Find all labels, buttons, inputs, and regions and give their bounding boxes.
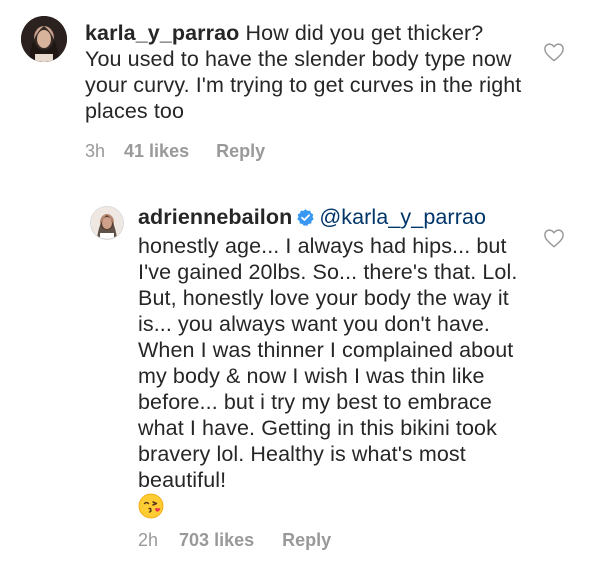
avatar-adrienne[interactable] xyxy=(90,206,124,240)
avatar-karla[interactable] xyxy=(21,16,67,62)
likes-count[interactable]: 41 likes xyxy=(124,141,189,162)
profile-photo-adrienne xyxy=(91,207,123,239)
comment-text-karla: karla_y_parrao How did you get thicker? … xyxy=(85,20,525,124)
mention-link[interactable]: @karla_y_parrao xyxy=(319,205,486,229)
username-karla[interactable]: karla_y_parrao xyxy=(85,21,239,45)
comment-meta-adrienne: 2h 703 likes Reply xyxy=(138,530,331,551)
reply-button[interactable]: Reply xyxy=(282,530,331,551)
comment-meta-karla: 3h 41 likes Reply xyxy=(85,141,265,162)
comment-adrienne: adriennebailon @karla_y_parrao honestly a… xyxy=(0,180,590,563)
likes-count[interactable]: 703 likes xyxy=(179,530,254,551)
verified-badge-icon xyxy=(296,207,315,233)
comment-body-adrienne: honestly age... I always had hips... but… xyxy=(138,234,518,492)
profile-photo-karla xyxy=(21,16,67,62)
username-adrienne[interactable]: adriennebailon xyxy=(138,205,292,229)
heart-outline-icon[interactable] xyxy=(543,42,565,62)
timestamp: 2h xyxy=(138,530,159,550)
comment-karla: karla_y_parrao How did you get thicker? … xyxy=(0,0,590,180)
face-blowing-a-kiss-emoji xyxy=(138,493,164,519)
reply-button[interactable]: Reply xyxy=(216,141,265,162)
heart-outline-icon[interactable] xyxy=(543,228,565,248)
timestamp: 3h xyxy=(85,141,106,161)
comment-text-adrienne: adriennebailon @karla_y_parrao honestly a… xyxy=(138,204,523,520)
